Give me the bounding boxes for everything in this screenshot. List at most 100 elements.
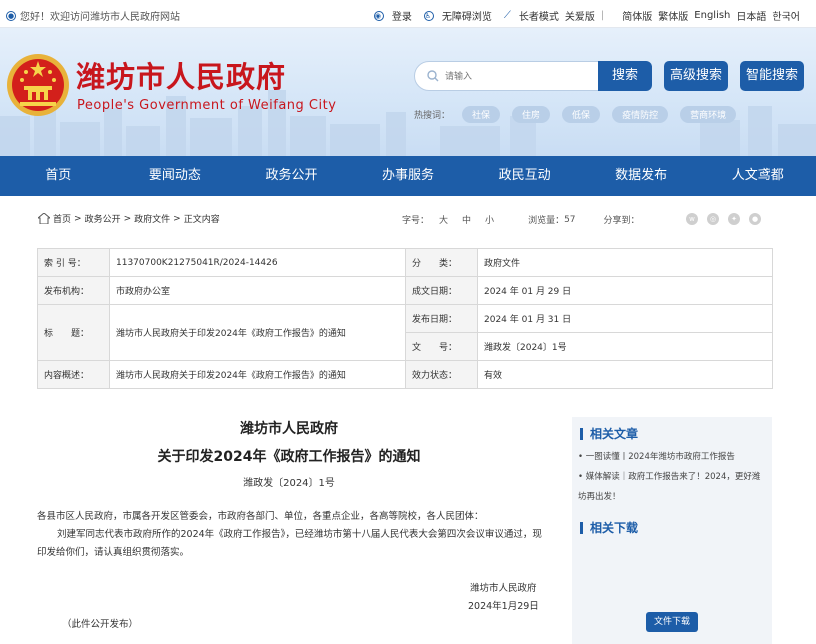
document-number: 潍政发〔2024〕1号 — [243, 478, 335, 489]
meta-value: 潍政发〔2024〕1号 — [477, 332, 773, 361]
document-date: 2024年1月29日 — [468, 601, 539, 612]
qzone-icon[interactable]: ✦ — [728, 213, 740, 225]
font-size-label: 字号： — [402, 216, 430, 226]
lang-traditional[interactable]: 繁体版 — [658, 8, 688, 23]
page-tools: 字号： 大 中 小 浏览量： 57 分享到： — [402, 213, 640, 227]
related-articles-heading: 相关文章 — [580, 425, 638, 442]
font-small-button[interactable]: 小 — [485, 213, 494, 226]
search-icon — [427, 70, 439, 82]
heading-bar — [580, 521, 583, 534]
views-count: 57 — [564, 214, 576, 225]
meta-value: 市政府办公室 — [109, 276, 406, 305]
hotword-tag[interactable]: 社保 — [462, 106, 501, 123]
user-icon: ● — [6, 10, 16, 21]
meta-value: 2024 年 01 月 31 日 — [477, 304, 773, 333]
meta-value: 潍坊市人民政府关于印发2024年《政府工作报告》的通知 — [109, 360, 406, 389]
related-article-item[interactable]: • 一图读懂丨2024年潍坊市政府工作报告 — [578, 447, 766, 467]
wechat-icon[interactable]: ◎ — [707, 213, 719, 225]
file-download-button[interactable]: 文件下载 — [646, 612, 698, 632]
accessibility-icon: ♿ — [423, 10, 434, 21]
smart-search-button[interactable]: 智能搜索 — [740, 61, 804, 91]
breadcrumb-separator: > — [74, 213, 82, 224]
document-title-line1: 潍坊市人民政府 — [240, 421, 338, 437]
nav-item-services[interactable]: 办事服务 — [350, 156, 467, 196]
divider: | — [600, 10, 605, 21]
advanced-search-button[interactable]: 高级搜索 — [664, 61, 728, 91]
hotword-tag[interactable]: 住房 — [512, 106, 551, 123]
search-input[interactable] — [445, 71, 585, 81]
document-title-line2: 关于印发2024年《政府工作报告》的通知 — [157, 449, 421, 465]
meta-label: 内容概述： — [37, 360, 110, 389]
lang-japanese[interactable]: 日本語 — [736, 8, 766, 23]
meta-value: 11370700K21275041R/2024-14426 — [109, 248, 406, 277]
document-signer: 潍坊市人民政府 — [470, 583, 537, 594]
search-field[interactable] — [414, 61, 600, 91]
share-label: 分享到： — [603, 216, 640, 226]
weibo-icon[interactable]: w — [686, 213, 698, 225]
document-metadata-table: 索 引 号： 11370700K21275041R/2024-14426 分 类… — [37, 248, 773, 389]
top-bar: ● 您好！欢迎访问潍坊市人民政府网站 ◉ 登录 ♿ 无障碍浏览 ⟋ 长者模式 关爱版 … — [0, 0, 816, 28]
meta-value: 2024 年 01 月 29 日 — [477, 276, 773, 305]
cane-icon: ⟋ — [503, 10, 511, 21]
related-articles-list: • 一图读懂丨2024年潍坊市政府工作报告 • 媒体解读｜政府工作报告来了！20… — [578, 447, 766, 507]
hotword-tag[interactable]: 疫情防控 — [612, 106, 669, 123]
site-title: 潍坊市人民政府 — [76, 60, 287, 94]
meta-value: 有效 — [477, 360, 773, 389]
qq-icon[interactable]: ● — [749, 213, 761, 225]
hotword-tag[interactable]: 低保 — [562, 106, 601, 123]
document-paragraph: 刘建军同志代表市政府所作的2024年《政府工作报告》，已经潍坊市第十八届人民代表… — [37, 529, 542, 558]
login-link[interactable]: ◉ 登录 — [368, 8, 412, 23]
share-buttons: w ◎ ✦ ● — [686, 213, 761, 225]
heading-bar — [580, 427, 583, 440]
nav-item-data[interactable]: 数据发布 — [583, 156, 700, 196]
nav-item-interaction[interactable]: 政民互动 — [466, 156, 583, 196]
nav-item-culture[interactable]: 人文鸢都 — [699, 156, 816, 196]
related-downloads-heading: 相关下载 — [580, 519, 638, 536]
login-icon: ◉ — [373, 10, 384, 21]
document-note: （此件公开发布） — [62, 619, 139, 630]
breadcrumb-separator: > — [123, 213, 132, 224]
breadcrumb-gov-affairs[interactable]: 政务公开 — [85, 212, 121, 225]
site-title-english: People's Government of Weifang City — [77, 98, 337, 113]
welcome-message: ● 您好！欢迎访问潍坊市人民政府网站 — [6, 8, 180, 23]
nav-item-gov-affairs[interactable]: 政务公开 — [233, 156, 350, 196]
top-links: ◉ 登录 ♿ 无障碍浏览 ⟋ 长者模式 关爱版 | 简体版 繁体版 English 日… — [362, 8, 800, 23]
care-link[interactable]: 关爱版 — [565, 8, 595, 23]
nav-item-news[interactable]: 要闻动态 — [117, 156, 234, 196]
breadcrumb-separator: > — [173, 213, 181, 224]
home-icon — [38, 213, 50, 224]
accessible-link[interactable]: ♿ 无障碍浏览 — [418, 8, 492, 23]
meta-label: 分 类： — [405, 248, 478, 277]
breadcrumb-current: 正文内容 — [183, 215, 220, 225]
document-addressee: 各县市区人民政府，市属各开发区管委会，市政府各部门、单位，各重点企业，各高等院校… — [37, 511, 484, 522]
breadcrumb-gov-documents[interactable]: 政府文件 — [134, 212, 170, 225]
hotwords-label: 热搜词： — [414, 111, 451, 121]
meta-label: 发布日期： — [405, 304, 478, 333]
meta-value: 政府文件 — [477, 248, 773, 277]
meta-label: 发布机构： — [37, 276, 110, 305]
hotword-tag[interactable]: 营商环境 — [680, 106, 737, 123]
elder-mode-link[interactable]: ⟋ 长者模式 — [498, 8, 559, 23]
site-header: 潍坊市人民政府 People's Government of Weifang C… — [0, 28, 816, 156]
related-article-item[interactable]: • 媒体解读｜政府工作报告来了！2024，更好潍坊再出发！ — [578, 467, 766, 507]
breadcrumb-home[interactable]: 首页 — [53, 212, 71, 225]
related-sidebar: 相关文章 • 一图读懂丨2024年潍坊市政府工作报告 • 媒体解读｜政府工作报告… — [572, 417, 772, 644]
meta-label: 成文日期： — [405, 276, 478, 305]
font-medium-button[interactable]: 中 — [462, 213, 471, 226]
lang-korean[interactable]: 한국어 — [772, 8, 800, 23]
meta-label: 标 题： — [37, 304, 110, 361]
national-emblem-logo — [7, 54, 69, 116]
meta-label: 文 号： — [405, 332, 478, 361]
views-label: 浏览量： — [528, 216, 565, 226]
meta-value: 潍坊市人民政府关于印发2024年《政府工作报告》的通知 — [109, 304, 406, 361]
lang-simplified[interactable]: 简体版 — [622, 8, 652, 23]
meta-label: 索 引 号： — [37, 248, 110, 277]
nav-item-home[interactable]: 首页 — [0, 156, 117, 196]
main-navigation: 首页 要闻动态 政务公开 办事服务 政民互动 数据发布 人文鸢都 — [0, 156, 816, 196]
font-large-button[interactable]: 大 — [439, 213, 448, 226]
search-button[interactable]: 搜索 — [598, 61, 652, 91]
welcome-text: 您好！欢迎访问潍坊市人民政府网站 — [20, 12, 180, 23]
breadcrumb: 首页 > 政务公开 > 政府文件 > 正文内容 — [38, 212, 220, 225]
hot-search-words: 热搜词： 社保 住房 低保 疫情防控 营商环境 — [414, 106, 737, 123]
lang-english[interactable]: English — [694, 10, 730, 21]
